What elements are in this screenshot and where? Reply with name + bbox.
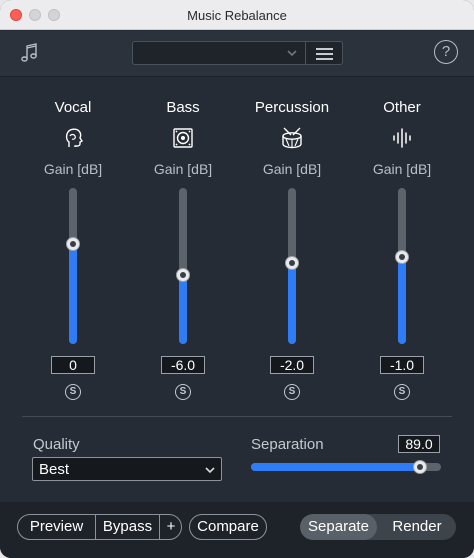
stem-label: Vocal <box>54 99 92 116</box>
gain-slider-fill <box>179 275 187 344</box>
drum-icon <box>282 127 302 149</box>
gain-label: Gain [dB] <box>43 161 103 177</box>
solo-button[interactable]: S <box>284 384 300 400</box>
stem-vocal: Vocal Gain [dB] 0 S <box>18 78 128 408</box>
solo-button[interactable]: S <box>175 384 191 400</box>
gain-slider-thumb[interactable] <box>176 268 190 283</box>
chevron-down-icon <box>205 467 215 474</box>
music-note-icon <box>21 43 37 62</box>
chevron-down-icon <box>287 50 297 57</box>
stem-bass: Bass Gain [dB] -6.0 S <box>128 78 238 408</box>
title-bar: Music Rebalance <box>0 0 474 30</box>
gain-slider-thumb[interactable] <box>66 237 80 252</box>
separation-value-field[interactable]: 89.0 <box>398 435 440 453</box>
gain-slider-thumb[interactable] <box>395 249 409 264</box>
hamburger-icon-line <box>316 58 333 60</box>
gain-slider-track[interactable] <box>69 188 77 344</box>
window-title: Music Rebalance <box>187 8 287 23</box>
gain-slider-fill <box>69 244 77 344</box>
gain-slider-track[interactable] <box>179 188 187 344</box>
waveform-icon <box>393 128 411 148</box>
gain-value-field[interactable]: -1.0 <box>380 356 424 374</box>
preset-dropdown[interactable] <box>132 41 306 65</box>
hamburger-icon-line <box>316 53 333 55</box>
gain-value-field[interactable]: -2.0 <box>270 356 314 374</box>
preset-menu-button[interactable] <box>306 41 343 65</box>
gain-value-field[interactable]: -6.0 <box>161 356 205 374</box>
render-button[interactable]: Render <box>378 514 456 540</box>
preview-button-group: Preview Bypass + <box>17 514 182 540</box>
quality-value: Best <box>39 461 70 478</box>
bypass-button[interactable]: Bypass <box>96 515 159 539</box>
mixer-panel: Vocal Gain [dB] 0 S Bass Gain [dB] -6.0 … <box>0 78 474 502</box>
preview-button[interactable]: Preview <box>18 515 95 539</box>
gain-slider-thumb[interactable] <box>285 255 299 270</box>
add-bypass-button[interactable]: + <box>160 515 181 539</box>
gain-slider-fill <box>398 256 406 344</box>
solo-button[interactable]: S <box>394 384 410 400</box>
stem-percussion: Percussion Gain [dB] -2.0 S <box>237 78 347 408</box>
separation-slider-fill <box>251 463 421 471</box>
solo-button[interactable]: S <box>65 384 81 400</box>
separate-button[interactable]: Separate <box>300 514 377 540</box>
stem-label: Other <box>383 99 421 116</box>
vocal-head-icon <box>65 128 84 147</box>
compare-button[interactable]: Compare <box>190 515 266 539</box>
section-divider <box>22 416 452 417</box>
app-window: Music Rebalance ? Vocal Gain [dB] 0 S Ba… <box>0 0 474 558</box>
stem-label: Bass <box>166 99 200 116</box>
gain-label: Gain [dB] <box>372 161 432 177</box>
quality-label: Quality <box>33 436 80 453</box>
stem-other: Other Gain [dB] -1.0 S <box>347 78 457 408</box>
quality-dropdown[interactable]: Best <box>32 457 222 481</box>
separation-label: Separation <box>251 436 324 453</box>
gain-value-field[interactable]: 0 <box>51 356 95 374</box>
gain-label: Gain [dB] <box>153 161 213 177</box>
bottom-bar: Preview Bypass + Compare Separate Render <box>0 502 474 558</box>
mode-button-group: Separate Render <box>300 514 456 540</box>
toolbar: ? <box>0 31 474 77</box>
gain-label: Gain [dB] <box>262 161 322 177</box>
gain-slider-track[interactable] <box>398 188 406 344</box>
help-button[interactable]: ? <box>434 40 458 64</box>
separation-slider-thumb[interactable] <box>413 460 428 474</box>
speaker-icon <box>173 128 193 148</box>
stem-label: Percussion <box>254 99 330 116</box>
gain-slider-fill <box>288 262 296 344</box>
compare-button-group: Compare <box>189 514 267 540</box>
hamburger-icon <box>316 48 333 50</box>
